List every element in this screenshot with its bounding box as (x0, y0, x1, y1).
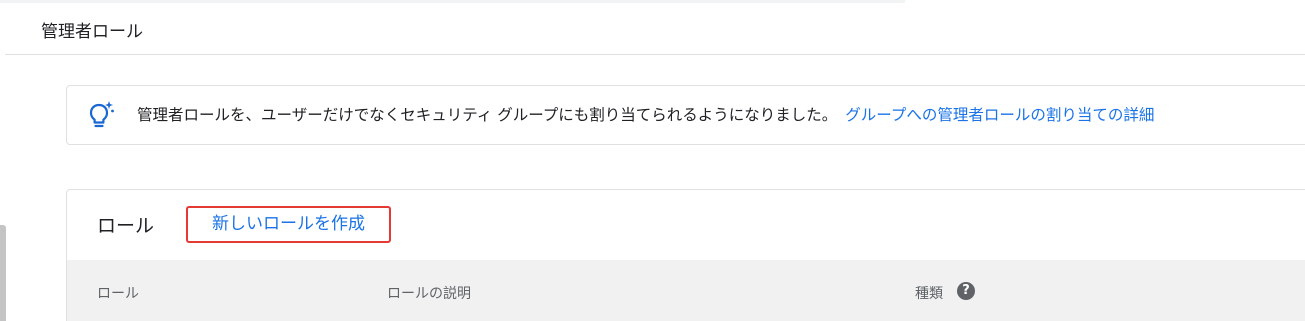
roles-card-title: ロール (97, 215, 155, 237)
page-title: 管理者ロール (41, 22, 143, 42)
column-header-role-description[interactable]: ロールの説明 (387, 285, 471, 303)
banner-text: 管理者ロールを、ユーザーだけでなくセキュリティ グループにも割り当てられるように… (137, 106, 838, 124)
column-header-role[interactable]: ロール (97, 285, 139, 303)
roles-table-header: ロール ロールの説明 種類 ? (67, 260, 1305, 321)
help-icon[interactable]: ? (957, 282, 975, 300)
page-header: 管理者ロール (5, 0, 1305, 55)
roles-card: ロール 新しいロールを作成 ロール ロールの説明 種類 ? (66, 189, 1305, 321)
info-banner: 管理者ロールを、ユーザーだけでなくセキュリティ グループにも割り当てられるように… (66, 85, 1305, 145)
side-scroll-edge (0, 225, 6, 321)
create-new-role-button[interactable]: 新しいロールを作成 (186, 206, 391, 243)
group-role-assignment-link[interactable]: グループへの管理者ロールの割り当ての詳細 (845, 106, 1154, 124)
column-header-type[interactable]: 種類 (915, 285, 943, 303)
banner-message: 管理者ロールを、ユーザーだけでなくセキュリティ グループにも割り当てられるように… (137, 105, 1154, 125)
admin-roles-page: 管理者ロール 管理者ロールを、ユーザーだけでなくセキュリティ グループにも割り当… (0, 0, 1305, 321)
lightbulb-sparkle-icon (89, 101, 114, 128)
